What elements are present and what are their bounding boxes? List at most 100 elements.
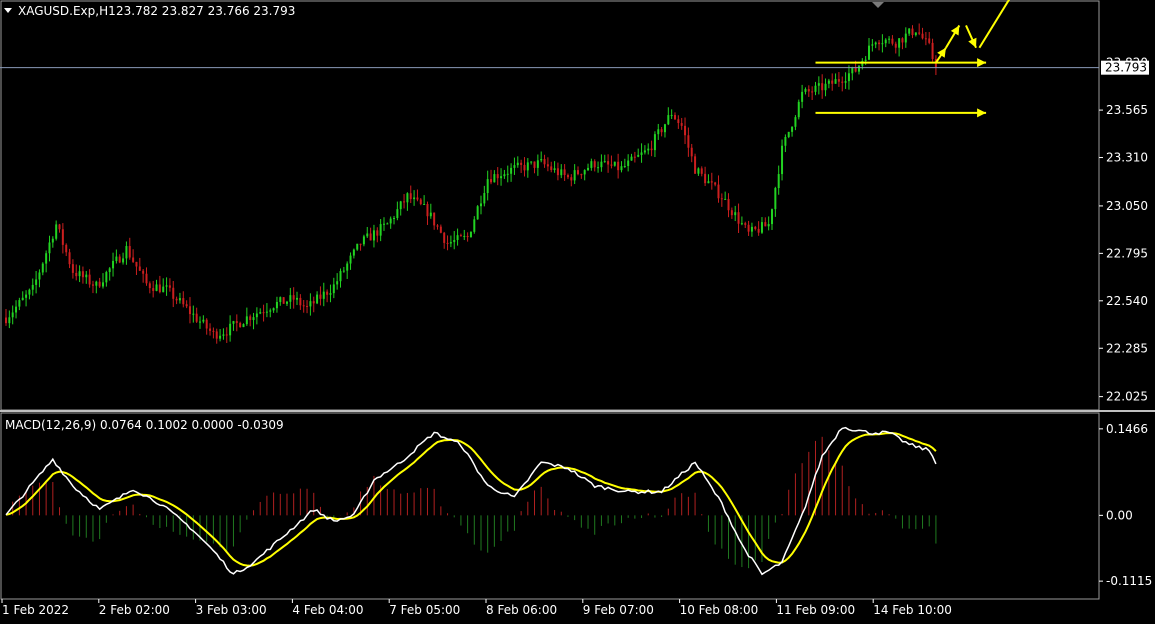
candle-body [918, 32, 921, 34]
candle-body [215, 331, 218, 339]
candle-body [633, 156, 636, 158]
candle-body [469, 231, 472, 238]
candle-body [389, 218, 392, 224]
candle-body [847, 73, 850, 82]
candle-body [710, 181, 713, 183]
candle-body [443, 232, 446, 243]
candle-body [95, 281, 98, 286]
time-tick-label: 11 Feb 09:00 [776, 603, 855, 617]
candle-body [573, 170, 576, 181]
candle-body [479, 203, 482, 207]
candle-body [697, 168, 700, 174]
candle-body [306, 305, 309, 307]
time-tick-label: 2 Feb 02:00 [99, 603, 170, 617]
candle-body [868, 45, 871, 60]
candle-body [734, 212, 737, 216]
candle-body [148, 283, 151, 289]
chart-canvas[interactable]: 23.565 23.310 23.050 22.795 22.540 22.285 22.0… [0, 0, 1155, 620]
candle-body [319, 294, 322, 299]
price-tick-label: 23.310 [1106, 151, 1148, 165]
candle-body [339, 271, 342, 282]
candle-body [707, 181, 710, 184]
candle-body [760, 222, 763, 233]
candle-body [727, 198, 730, 211]
macd-title: MACD(12,26,9) 0.0764 0.1002 0.0000 -0.03… [5, 418, 284, 432]
candle-body [165, 285, 168, 287]
candle-body [259, 312, 262, 314]
candle-body [51, 238, 54, 243]
candle-body [720, 198, 723, 200]
price-tick-label: 22.025 [1106, 390, 1148, 404]
candle-body [620, 166, 623, 171]
candle-body [493, 174, 496, 183]
candle-body [674, 115, 676, 120]
candle-body [262, 312, 265, 314]
candle-body [831, 80, 834, 84]
candle-body [235, 321, 238, 323]
candle-body [597, 167, 600, 169]
candle-body [396, 209, 399, 219]
candle-body [506, 173, 509, 175]
candle-body [429, 212, 432, 217]
candle-body [684, 125, 687, 136]
candle-body [771, 209, 774, 225]
candle-body [837, 79, 840, 82]
candle-body [225, 334, 228, 336]
candle-body [292, 295, 295, 300]
candle-body [242, 324, 245, 328]
candle-body [403, 201, 406, 203]
candle-body [513, 165, 516, 168]
candle-body [185, 304, 188, 307]
candle-body [379, 224, 382, 236]
candle-body [296, 297, 299, 300]
candle-body [510, 167, 513, 174]
candle-body [122, 258, 125, 263]
candle-body [269, 310, 272, 312]
candle-body [663, 124, 666, 133]
candle-body [898, 38, 901, 48]
candle-body [526, 162, 529, 171]
candle-body [617, 161, 620, 171]
candle-body [433, 212, 436, 226]
candle-body [851, 67, 854, 74]
candle-body [45, 253, 48, 264]
candle-body [807, 89, 810, 92]
candle-body [888, 38, 891, 40]
candle-body [239, 322, 242, 328]
candle-body [543, 159, 546, 165]
time-tick-label: 1 Feb 2022 [2, 603, 69, 617]
candle-body [670, 115, 673, 117]
candle-body [5, 317, 7, 324]
candle-body [98, 281, 101, 287]
candle-body [540, 159, 543, 161]
candle-body [871, 44, 874, 46]
candle-body [366, 233, 369, 237]
candle-body [593, 161, 596, 168]
candle-body [680, 123, 683, 126]
candle-body [677, 119, 680, 124]
candle-body [566, 175, 569, 178]
candle-body [640, 152, 643, 155]
candle-body [730, 210, 733, 216]
candle-body [155, 284, 158, 291]
candle-body [791, 126, 794, 132]
candle-body [660, 129, 663, 133]
time-tick-label: 14 Feb 10:00 [873, 603, 952, 617]
candle-body [784, 136, 787, 146]
candle-body [894, 43, 897, 48]
candle-body [587, 167, 590, 171]
candle-body [118, 256, 121, 263]
candle-body [556, 168, 559, 176]
candle-body [841, 81, 844, 83]
time-tick-label: 10 Feb 08:00 [680, 603, 759, 617]
candle-body [382, 223, 385, 225]
candle-body [332, 284, 335, 294]
candle-body [687, 135, 690, 148]
candle-body [921, 33, 924, 39]
candle-body [657, 129, 660, 135]
trading-chart[interactable]: 23.565 23.310 23.050 22.795 22.540 22.285 22.0… [0, 0, 1155, 620]
price-tick-label: 23.050 [1106, 199, 1148, 213]
candle-body [436, 225, 439, 227]
candle-body [667, 115, 670, 125]
candle-body [279, 297, 282, 302]
